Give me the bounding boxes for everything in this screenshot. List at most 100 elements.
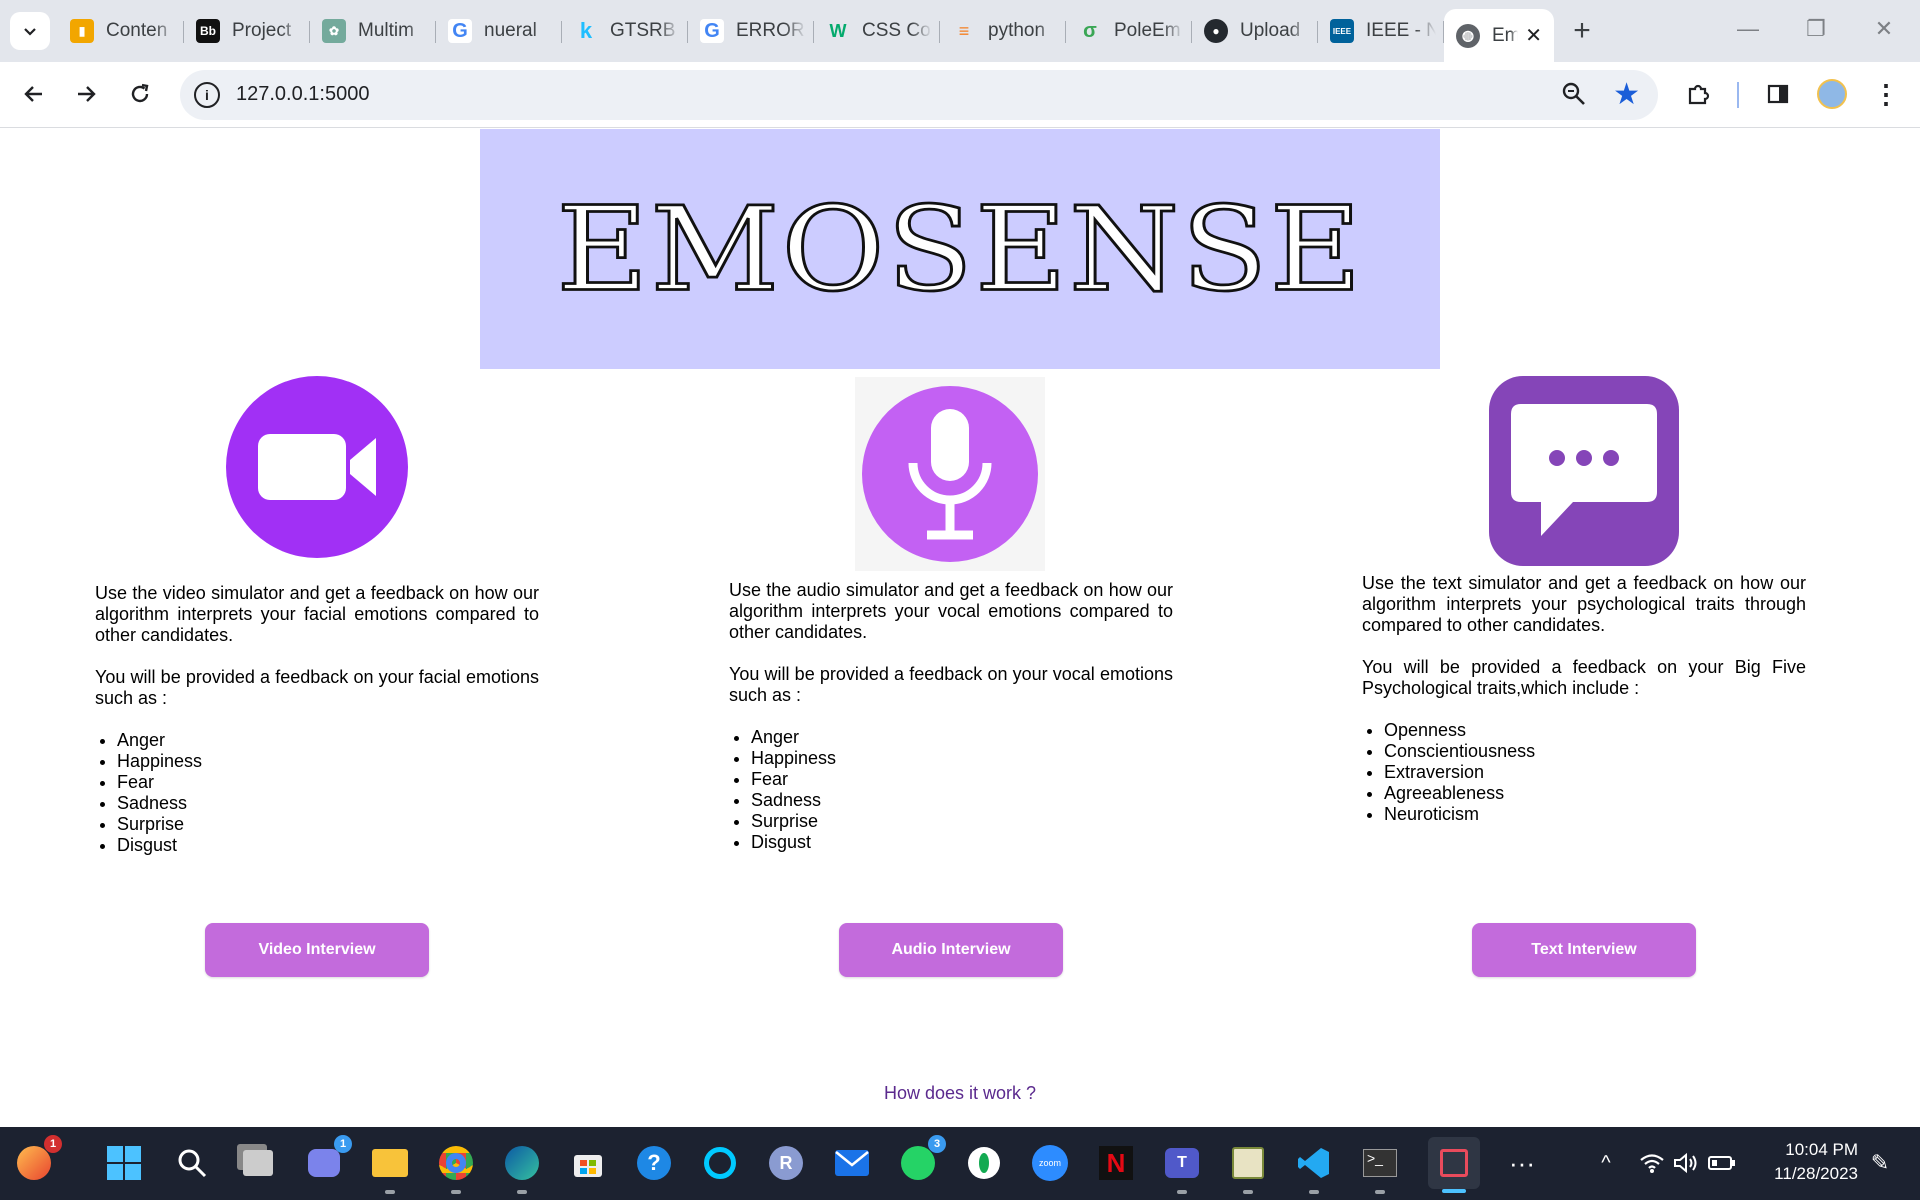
get-help-icon[interactable]: ? xyxy=(632,1141,676,1185)
forward-button[interactable] xyxy=(66,74,106,114)
tab[interactable]: W CSS Co xyxy=(814,9,940,53)
list-item: Agreeableness xyxy=(1384,783,1806,804)
more-menu-icon[interactable]: ⋮ xyxy=(1866,74,1906,114)
how-does-it-work-link[interactable]: How does it work ? xyxy=(884,1083,1036,1104)
list-item: Neuroticism xyxy=(1384,804,1806,825)
hero-banner: EMOSENSE xyxy=(480,129,1440,369)
tab[interactable]: σ PoleEm xyxy=(1066,9,1192,53)
zoom-app-icon[interactable]: zoom xyxy=(1028,1141,1072,1185)
terminal-icon[interactable]: >_ xyxy=(1358,1141,1402,1194)
firefox-icon[interactable]: 1 xyxy=(12,1135,62,1185)
tab-title: Em xyxy=(1492,24,1518,46)
globe-icon: ◍ xyxy=(1456,23,1480,48)
microsoft-store-icon[interactable] xyxy=(566,1141,610,1185)
tab-list: ▮ Conten Bb Project ✿ Multim Gnueral k GTSRB… xyxy=(58,9,1602,62)
address-bar[interactable]: i 127.0.0.1:5000 ★ xyxy=(180,70,1658,120)
battery-icon[interactable] xyxy=(1700,1141,1744,1185)
video-interview-button[interactable]: Video Interview xyxy=(205,923,429,977)
notification-badge: 3 xyxy=(928,1135,946,1153)
tab[interactable]: ≡ python xyxy=(940,9,1066,53)
text-description: Use the text simulator and get a feedbac… xyxy=(1362,573,1806,825)
close-tab-icon[interactable]: ✕ xyxy=(1525,23,1542,48)
tab[interactable]: ▮ Conten xyxy=(58,9,184,53)
tab[interactable]: Gnueral xyxy=(436,9,562,53)
whatsapp-icon[interactable]: 3 xyxy=(896,1135,946,1185)
windows-start-icon[interactable] xyxy=(102,1141,146,1185)
ieee-icon: IEEE xyxy=(1330,19,1354,43)
chat-bubble-icon xyxy=(1489,376,1679,571)
chrome-icon[interactable] xyxy=(434,1141,478,1194)
list-item: Fear xyxy=(751,769,1173,790)
tab-title: Conten xyxy=(106,20,168,41)
description-text: You will be provided a feedback on your … xyxy=(729,664,1173,705)
tab-title: CSS Co xyxy=(862,20,931,41)
arrow-left-icon xyxy=(24,86,42,102)
taskbar: 1 1 ? R 3 zoom N T >_ ··· ^ 10:04 PM 11/… xyxy=(0,1127,1920,1200)
chevron-down-icon xyxy=(24,28,36,36)
reload-button[interactable] xyxy=(120,74,160,114)
google-icon: G xyxy=(448,19,472,43)
list-item: Happiness xyxy=(117,751,539,772)
chevron-up-icon[interactable]: ^ xyxy=(1584,1141,1628,1185)
snipping-tool-icon[interactable] xyxy=(1428,1137,1480,1193)
file-explorer-icon[interactable] xyxy=(368,1141,412,1194)
description-text: Use the text simulator and get a feedbac… xyxy=(1362,573,1806,635)
bookmark-star-icon[interactable]: ★ xyxy=(1613,78,1640,112)
meet-icon[interactable]: 1 xyxy=(302,1135,352,1185)
netflix-icon[interactable]: N xyxy=(1094,1141,1138,1185)
tab-search-button[interactable] xyxy=(10,12,50,50)
more-apps-icon[interactable]: ··· xyxy=(1500,1141,1544,1185)
tab[interactable]: k GTSRB xyxy=(562,9,688,53)
arrow-right-icon xyxy=(78,86,96,102)
cortana-icon[interactable] xyxy=(698,1141,742,1185)
minimize-icon[interactable]: — xyxy=(1714,0,1782,58)
url-text[interactable]: 127.0.0.1:5000 xyxy=(236,83,369,106)
close-window-icon[interactable]: ✕ xyxy=(1850,0,1918,58)
tab-title: python xyxy=(988,20,1046,41)
r-app-icon[interactable]: R xyxy=(764,1141,808,1185)
restore-icon[interactable]: ❐ xyxy=(1782,0,1850,58)
tab-title: Multim xyxy=(358,20,414,41)
tab-active[interactable]: ◍ Em ✕ xyxy=(1444,9,1554,62)
kaggle-icon: k xyxy=(579,18,593,43)
extensions-icon[interactable] xyxy=(1678,74,1718,114)
text-interview-button[interactable]: Text Interview xyxy=(1472,923,1696,977)
vscode-icon[interactable] xyxy=(1292,1141,1336,1194)
notification-badge: 1 xyxy=(334,1135,352,1153)
description-text: Use the audio simulator and get a feedba… xyxy=(729,580,1173,642)
audio-interview-button[interactable]: Audio Interview xyxy=(839,923,1063,977)
edge-icon[interactable] xyxy=(500,1141,544,1194)
list-item: Openness xyxy=(1384,720,1806,741)
back-button[interactable] xyxy=(14,74,54,114)
tab[interactable]: ✿ Multim xyxy=(310,9,436,53)
browser-toolbar: i 127.0.0.1:5000 ★ ⋮ xyxy=(0,62,1920,128)
notification-center-icon[interactable]: ✎ xyxy=(1858,1141,1902,1185)
side-panel-icon[interactable] xyxy=(1758,74,1798,114)
zoom-icon[interactable] xyxy=(1560,80,1588,113)
list-item: Sadness xyxy=(117,793,539,814)
list-item: Happiness xyxy=(751,748,1173,769)
avatar[interactable] xyxy=(1812,74,1852,114)
mongodb-icon[interactable] xyxy=(962,1141,1006,1185)
paint-icon[interactable] xyxy=(1226,1141,1270,1194)
task-view-icon[interactable] xyxy=(236,1141,280,1185)
new-tab-button[interactable]: + xyxy=(1562,9,1602,53)
analytics-icon: ▮ xyxy=(70,19,94,43)
search-icon[interactable] xyxy=(170,1141,214,1185)
clock-time: 10:04 PM xyxy=(1785,1140,1858,1159)
tab[interactable]: IEEE IEEE - N xyxy=(1318,9,1444,53)
teams-icon[interactable]: T xyxy=(1160,1141,1204,1194)
tab[interactable]: Bb Project xyxy=(184,9,310,53)
tab-title: Project xyxy=(232,20,292,41)
leaf-icon: σ xyxy=(1083,19,1097,42)
list-item: Extraversion xyxy=(1384,762,1806,783)
description-text: Use the video simulator and get a feedba… xyxy=(95,583,539,645)
tab[interactable]: ● Upload xyxy=(1192,9,1318,53)
site-info-icon[interactable]: i xyxy=(194,82,220,108)
tab[interactable]: G ERROR xyxy=(688,9,814,53)
clock-date: 11/28/2023 xyxy=(1774,1164,1858,1183)
mail-icon[interactable] xyxy=(830,1141,874,1185)
list-item: Sadness xyxy=(751,790,1173,811)
w3schools-icon: W xyxy=(829,20,847,41)
system-clock[interactable]: 10:04 PM 11/28/2023 xyxy=(1774,1138,1858,1186)
